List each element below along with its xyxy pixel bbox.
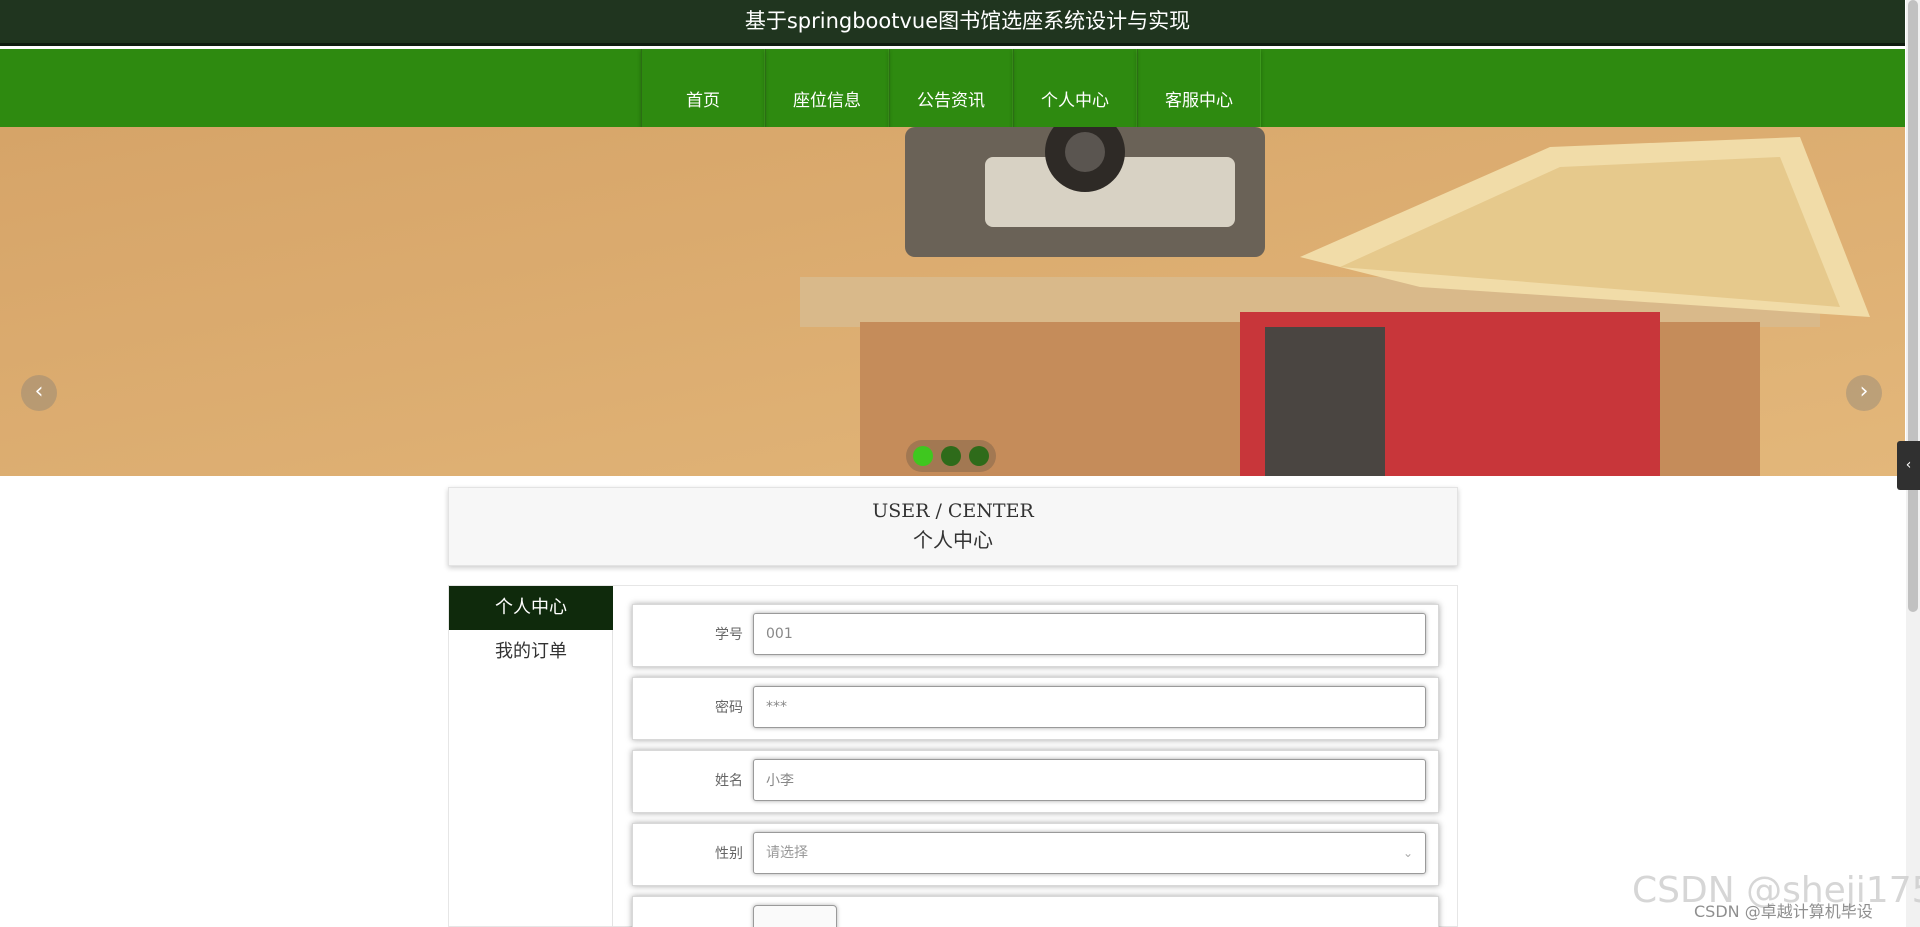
avatar-image-box[interactable] <box>753 905 837 927</box>
profile-form: 学号 密码 姓名 性别 请选择 ⌄ <box>632 604 1439 927</box>
carousel-prev-button[interactable]: ‹ <box>21 375 57 411</box>
name-label: 姓名 <box>715 773 743 789</box>
site-title: 基于springbootvue图书馆选座系统设计与实现 <box>744 9 1191 33</box>
form-row-student-id: 学号 <box>632 604 1439 667</box>
watermark-sub: CSDN @卓越计算机毕设 <box>1694 902 1873 921</box>
chevron-left-icon: ‹ <box>34 379 44 404</box>
banner-carousel: ‹ › <box>0 127 1905 476</box>
main-nav: 首页 座位信息 公告资讯 个人中心 客服中心 <box>0 49 1905 127</box>
page: 基于springbootvue图书馆选座系统设计与实现 首页 座位信息 公告资讯… <box>0 0 1920 927</box>
chevron-right-icon: › <box>1859 379 1869 404</box>
form-row-name: 姓名 <box>632 750 1439 813</box>
carousel-indicators <box>906 440 996 472</box>
gender-select-placeholder: 请选择 <box>766 845 808 861</box>
form-row-avatar <box>632 896 1439 927</box>
form-row-password: 密码 <box>632 677 1439 740</box>
nav-items: 首页 座位信息 公告资讯 个人中心 客服中心 <box>641 49 1261 127</box>
chevron-down-icon: ⌄ <box>1402 846 1413 860</box>
user-center-content: 个人中心 我的订单 学号 密码 姓名 性别 请选择 ⌄ <box>448 585 1458 927</box>
chevron-left-icon: ‹ <box>1905 457 1912 473</box>
side-collapse-tab[interactable]: ‹ <box>1897 441 1920 490</box>
nav-item-user-center[interactable]: 个人中心 <box>1013 49 1137 127</box>
user-center-title-en: USER / CENTER <box>872 500 1034 522</box>
gender-label: 性别 <box>715 846 743 862</box>
carousel-dot-1[interactable] <box>913 446 933 466</box>
banner-image <box>0 127 1905 476</box>
name-input[interactable] <box>753 759 1426 801</box>
top-title-bar: 基于springbootvue图书馆选座系统设计与实现 <box>0 0 1905 46</box>
password-input[interactable] <box>753 686 1426 728</box>
form-row-gender: 性别 请选择 ⌄ <box>632 823 1439 886</box>
side-menu: 个人中心 我的订单 <box>449 586 613 927</box>
scrollbar-thumb[interactable] <box>1908 0 1918 612</box>
carousel-dot-3[interactable] <box>969 446 989 466</box>
carousel-next-button[interactable]: › <box>1846 375 1882 411</box>
carousel-dot-2[interactable] <box>941 446 961 466</box>
nav-item-service[interactable]: 客服中心 <box>1137 49 1261 127</box>
menu-item-user-center[interactable]: 个人中心 <box>449 586 613 630</box>
student-id-label: 学号 <box>715 627 743 643</box>
nav-item-seats[interactable]: 座位信息 <box>765 49 889 127</box>
nav-item-home[interactable]: 首页 <box>641 49 765 127</box>
user-center-title-cn: 个人中心 <box>913 528 993 552</box>
gender-select[interactable]: 请选择 ⌄ <box>753 832 1426 874</box>
student-id-input[interactable] <box>753 613 1426 655</box>
menu-item-my-orders[interactable]: 我的订单 <box>449 630 613 674</box>
password-label: 密码 <box>715 700 743 716</box>
user-center-header: USER / CENTER 个人中心 <box>448 487 1458 566</box>
nav-item-news[interactable]: 公告资讯 <box>889 49 1013 127</box>
